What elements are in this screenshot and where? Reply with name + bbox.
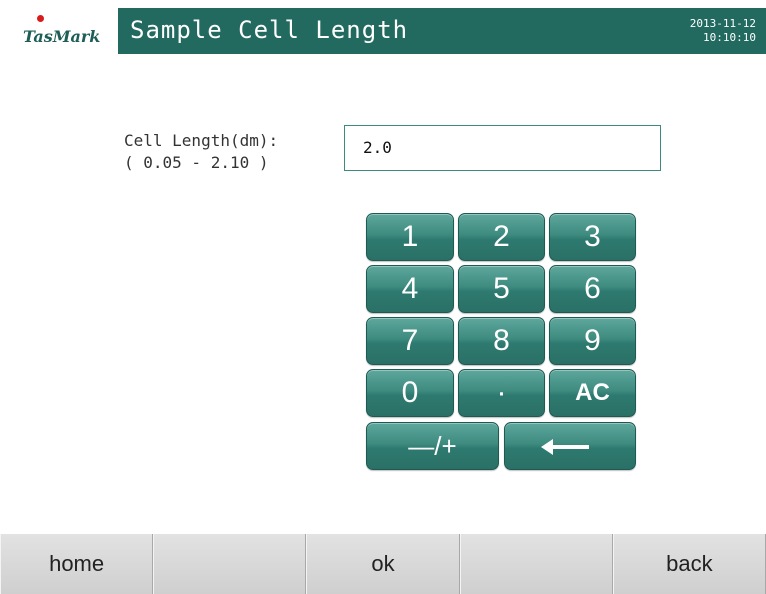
logo-text: TasMark: [23, 27, 101, 46]
key-2-button[interactable]: 2: [458, 213, 545, 261]
key-4-button[interactable]: 4: [366, 265, 454, 313]
home-button[interactable]: home: [0, 534, 154, 594]
key-6-button[interactable]: 6: [549, 265, 636, 313]
key-0-button[interactable]: 0: [366, 369, 454, 417]
key-9-button[interactable]: 9: [549, 317, 636, 365]
bottom-nav: home ok back: [0, 534, 766, 594]
clear-all-button[interactable]: AC: [549, 369, 636, 417]
time-text: 10:10:10: [703, 31, 756, 44]
key-7-button[interactable]: 7: [366, 317, 454, 365]
key-1-button[interactable]: 1: [366, 213, 454, 261]
key-8-button[interactable]: 8: [458, 317, 545, 365]
logo: TasMark: [10, 8, 115, 54]
cell-length-input[interactable]: 2.0: [344, 125, 661, 171]
key-5-button[interactable]: 5: [458, 265, 545, 313]
page-title: Sample Cell Length: [130, 16, 409, 44]
date-text: 2013-11-12: [689, 17, 756, 30]
backspace-button[interactable]: [504, 422, 636, 470]
key-3-button[interactable]: 3: [549, 213, 636, 261]
back-button[interactable]: back: [612, 534, 766, 594]
backspace-arrow-shaft: [549, 445, 589, 449]
decimal-point-button[interactable]: ·: [458, 369, 545, 417]
logo-dot-icon: [37, 15, 44, 22]
blank-nav-button-2[interactable]: [459, 534, 613, 594]
blank-nav-button-1[interactable]: [153, 534, 307, 594]
datetime: 2013-11-12 10:10:10: [690, 17, 756, 45]
sign-toggle-button[interactable]: —/+: [366, 422, 499, 470]
ok-button[interactable]: ok: [306, 534, 460, 594]
title-bar: Sample Cell Length 2013-11-12 10:10:10: [118, 8, 766, 54]
header: TasMark Sample Cell Length 2013-11-12 10…: [0, 0, 766, 62]
cell-length-label: Cell Length(dm): ( 0.05 - 2.10 ): [124, 130, 278, 174]
cell-length-label-text: Cell Length(dm):: [124, 131, 279, 150]
cell-length-range-text: ( 0.05 - 2.10 ): [124, 153, 269, 172]
